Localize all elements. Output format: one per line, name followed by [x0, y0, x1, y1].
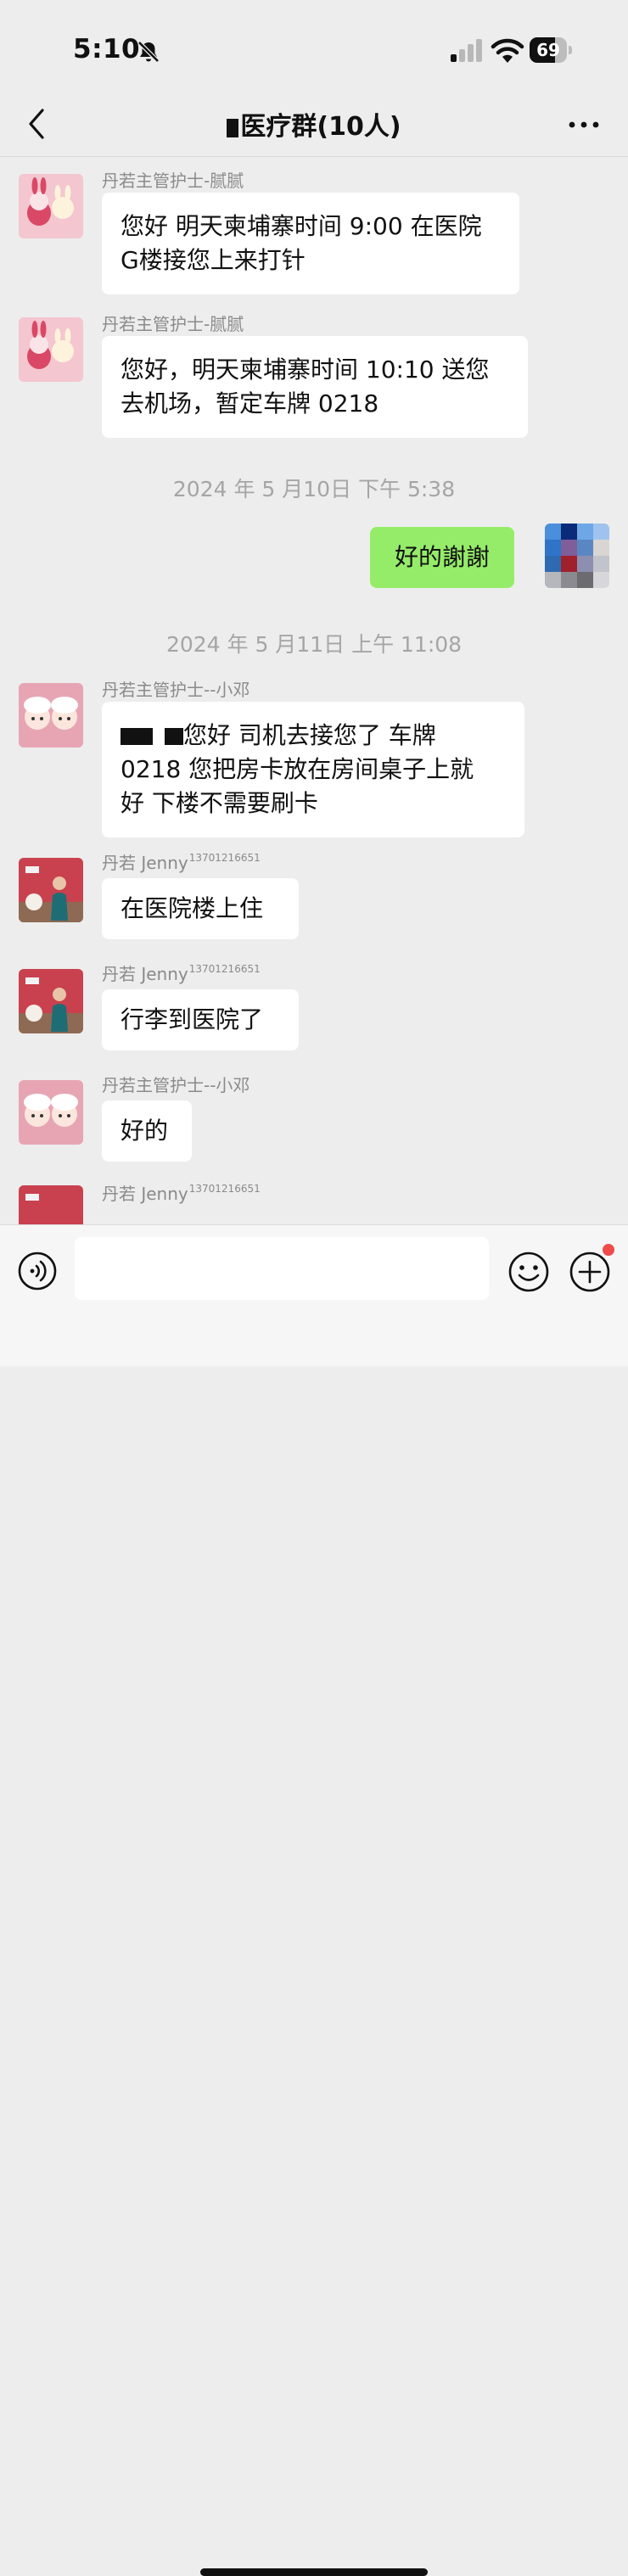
- status-bar: 5:10 69: [0, 0, 628, 93]
- message-bubble[interactable]: 好的謝謝: [370, 527, 514, 588]
- bell-slash-icon: [137, 41, 160, 63]
- status-time: 5:10: [73, 34, 141, 64]
- message-bubble[interactable]: 您好 司机去接您了 车牌 0218 您把房卡放在房间桌子上就 好 下楼不需要刷卡: [102, 702, 524, 837]
- redaction-block: [227, 118, 239, 137]
- avatar[interactable]: [19, 1185, 83, 1224]
- notification-dot: [603, 1244, 614, 1256]
- voice-icon[interactable]: [17, 1251, 58, 1291]
- chat-title-text: 医疗群(10人): [240, 112, 401, 142]
- chat-header: 医疗群(10人): [0, 93, 628, 157]
- message-bubble[interactable]: 好的: [102, 1100, 192, 1162]
- message-text: 您好 司机去接您了 车牌: [183, 721, 436, 749]
- wifi-icon: [491, 38, 524, 63]
- signal-icon: [451, 39, 482, 62]
- message-text: 好的: [121, 1117, 169, 1145]
- sender-name: 丹若 Jenny13701216651: [102, 849, 261, 874]
- sender-name: 丹若主管护士--小邓: [102, 1075, 250, 1095]
- more-icon[interactable]: [567, 112, 601, 137]
- message-text: 去机场，暂定车牌 0218: [121, 389, 379, 417]
- message-text: 在医院楼上住: [121, 894, 264, 922]
- message-bubble[interactable]: 您好，明天柬埔寨时间 10:10 送您 去机场，暂定车牌 0218: [102, 336, 528, 438]
- message-text: 行李到医院了: [121, 1005, 264, 1033]
- avatar[interactable]: [545, 524, 609, 588]
- redaction-block: [165, 728, 183, 745]
- avatar[interactable]: [19, 858, 83, 922]
- sender-name: 丹若主管护士-腻腻: [102, 171, 244, 191]
- message-input[interactable]: [75, 1237, 489, 1300]
- message-text: G楼接您上来打针: [121, 246, 306, 274]
- message-text: 好 下楼不需要刷卡: [121, 789, 318, 817]
- home-indicator: [200, 2568, 428, 2576]
- pixelated-avatar: [545, 524, 609, 588]
- message-text: 您好，明天柬埔寨时间 10:10 送您: [121, 356, 490, 384]
- sender-name: 丹若 Jenny13701216651: [102, 960, 261, 985]
- sender-name: 丹若主管护士-腻腻: [102, 314, 244, 334]
- battery-icon: 69: [530, 37, 574, 63]
- avatar[interactable]: [19, 969, 83, 1033]
- sender-text: 丹若 Jenny: [102, 1184, 188, 1204]
- message-bubble[interactable]: 您好 明天柬埔寨时间 9:00 在医院 G楼接您上来打针: [102, 193, 519, 294]
- redaction-block: [121, 728, 153, 745]
- message-text: 您好 明天柬埔寨时间 9:00 在医院: [121, 212, 482, 240]
- message-bubble[interactable]: 行李到医院了: [102, 989, 299, 1050]
- battery-level: 69: [536, 40, 560, 60]
- avatar[interactable]: [19, 317, 83, 382]
- sender-phone: 13701216651: [188, 1183, 261, 1195]
- plus-icon[interactable]: [569, 1251, 611, 1293]
- sender-text: 丹若 Jenny: [102, 853, 188, 873]
- chat-area[interactable]: 丹若主管护士-腻腻 您好 明天柬埔寨时间 9:00 在医院 G楼接您上来打针 丹…: [0, 157, 628, 1224]
- sender-name: 丹若主管护士--小邓: [102, 680, 250, 700]
- avatar[interactable]: [19, 174, 83, 238]
- message-text: 0218 您把房卡放在房间桌子上就: [121, 755, 474, 783]
- sender-text: 丹若 Jenny: [102, 964, 188, 984]
- message-line: 您好 司机去接您了 车牌: [121, 719, 506, 753]
- input-bar: [0, 1224, 628, 2576]
- avatar[interactable]: [19, 1080, 83, 1145]
- emoji-icon[interactable]: [507, 1251, 550, 1293]
- message-text: 好的謝謝: [394, 543, 490, 571]
- sender-phone: 13701216651: [188, 963, 261, 975]
- sender-phone: 13701216651: [188, 852, 261, 864]
- timestamp: 2024 年 5 月11日 上午 11:08: [165, 632, 463, 657]
- chat-title: 医疗群(10人): [0, 105, 628, 143]
- message-bubble[interactable]: 在医院楼上住: [102, 878, 299, 939]
- timestamp: 2024 年 5 月10日 下午 5:38: [172, 477, 456, 501]
- sender-name: 丹若 Jenny13701216651: [102, 1180, 261, 1205]
- avatar[interactable]: [19, 683, 83, 748]
